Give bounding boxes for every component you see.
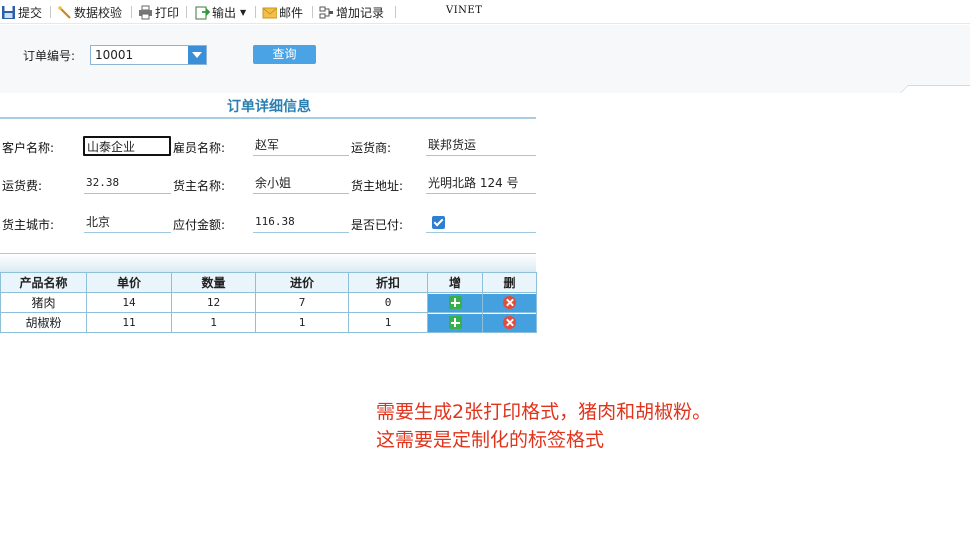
column-header: 进价 bbox=[255, 272, 349, 293]
consignee-label: 货主名称: bbox=[173, 179, 226, 193]
toolbar-divider bbox=[312, 6, 313, 18]
mail-button[interactable]: 邮件 bbox=[262, 3, 303, 21]
freight-field[interactable]: 32.38 bbox=[84, 174, 171, 194]
validate-label: 数据校验 bbox=[74, 5, 123, 20]
table-row: 胡椒粉 11 1 1 1 bbox=[0, 312, 537, 333]
paid-checkbox[interactable] bbox=[432, 216, 445, 229]
mail-icon bbox=[262, 5, 278, 20]
toolbar: 提交 数据校验 打印 输出 ▼ 邮件 增加记录 VINET bbox=[0, 0, 970, 24]
add-record-button[interactable]: 增加记录 bbox=[319, 3, 384, 21]
shipper-label: 运货商: bbox=[351, 141, 392, 155]
plus-icon bbox=[448, 296, 462, 309]
delete-row-cell bbox=[482, 292, 537, 313]
wand-icon bbox=[57, 5, 72, 20]
column-header: 数量 bbox=[171, 272, 256, 293]
export-icon bbox=[195, 5, 211, 20]
export-label: 输出 bbox=[212, 5, 237, 20]
plus-icon bbox=[448, 316, 462, 329]
mail-label: 邮件 bbox=[279, 5, 304, 20]
amount-label: 应付金额: bbox=[173, 218, 226, 232]
delete-row-button[interactable] bbox=[483, 293, 536, 312]
delete-row-button[interactable] bbox=[483, 313, 536, 332]
add-record-icon bbox=[319, 5, 334, 20]
delete-icon bbox=[503, 316, 516, 329]
add-record-label: 增加记录 bbox=[336, 5, 385, 20]
validate-button[interactable]: 数据校验 bbox=[57, 3, 122, 21]
add-row-button[interactable] bbox=[428, 313, 482, 332]
price-cell[interactable]: 11 bbox=[86, 312, 172, 333]
add-row-cell bbox=[427, 292, 483, 313]
freight-label: 运货费: bbox=[2, 179, 43, 193]
qty-cell[interactable]: 12 bbox=[171, 292, 256, 313]
form-title: 订单详细信息 bbox=[227, 99, 311, 115]
address-label: 货主地址: bbox=[351, 179, 404, 193]
note-line-1: 需要生成2张打印格式，猪肉和胡椒粉。 bbox=[376, 401, 712, 423]
order-no-value: 10001 bbox=[95, 48, 134, 62]
table-header-row: 产品名称 单价 数量 进价 折扣 增 删 bbox=[0, 272, 537, 293]
save-icon bbox=[1, 5, 16, 20]
delete-icon bbox=[503, 296, 516, 309]
grid-header-band bbox=[0, 253, 536, 273]
column-header: 产品名称 bbox=[0, 272, 87, 293]
annotation-note: 需要生成2张打印格式，猪肉和胡椒粉。 这需要是定制化的标签格式 bbox=[376, 398, 711, 454]
city-label: 货主城市: bbox=[2, 218, 55, 232]
cost-cell[interactable]: 1 bbox=[255, 312, 349, 333]
order-no-combobox[interactable]: 10001 bbox=[90, 45, 207, 65]
print-button[interactable]: 打印 bbox=[138, 3, 179, 21]
query-button[interactable]: 查询 bbox=[253, 45, 316, 64]
export-button[interactable]: 输出 ▼ bbox=[195, 3, 246, 21]
discount-cell[interactable]: 1 bbox=[348, 312, 428, 333]
qty-cell[interactable]: 1 bbox=[171, 312, 256, 333]
detail-table: 产品名称 单价 数量 进价 折扣 增 删 猪肉 14 12 7 0 胡椒粉 11… bbox=[0, 272, 537, 333]
discount-cell[interactable]: 0 bbox=[348, 292, 428, 313]
toolbar-divider bbox=[186, 6, 187, 18]
customer-label: 客户名称: bbox=[2, 141, 55, 155]
column-header: 折扣 bbox=[348, 272, 428, 293]
submit-label: 提交 bbox=[18, 5, 43, 20]
address-field[interactable]: 光明北路 124 号 bbox=[426, 174, 536, 194]
submit-button[interactable]: 提交 bbox=[1, 3, 42, 21]
toolbar-divider bbox=[50, 6, 51, 18]
amount-field[interactable]: 116.38 bbox=[253, 213, 349, 233]
product-cell[interactable]: 胡椒粉 bbox=[0, 312, 87, 333]
brand-label: VINET bbox=[446, 5, 483, 16]
print-label: 打印 bbox=[155, 5, 180, 20]
city-field[interactable]: 北京 bbox=[84, 213, 171, 233]
printer-icon bbox=[138, 5, 153, 20]
price-cell[interactable]: 14 bbox=[86, 292, 172, 313]
delete-row-cell bbox=[482, 312, 537, 333]
customer-field[interactable]: 山泰企业 bbox=[83, 136, 171, 156]
product-cell[interactable]: 猪肉 bbox=[0, 292, 87, 313]
add-row-cell bbox=[427, 312, 483, 333]
consignee-field[interactable]: 余小姐 bbox=[253, 174, 349, 194]
cost-cell[interactable]: 7 bbox=[255, 292, 349, 313]
column-header: 增 bbox=[427, 272, 483, 293]
note-line-2: 这需要是定制化的标签格式 bbox=[376, 429, 605, 451]
query-panel: 订单编号: 10001 查询 bbox=[0, 25, 970, 93]
toolbar-divider bbox=[255, 6, 256, 18]
order-no-label: 订单编号: bbox=[23, 49, 76, 63]
toolbar-divider bbox=[395, 6, 396, 18]
column-header: 单价 bbox=[86, 272, 172, 293]
column-header: 删 bbox=[482, 272, 537, 293]
dropdown-arrow-icon[interactable] bbox=[188, 46, 206, 64]
tab-edge bbox=[900, 85, 970, 93]
employee-label: 雇员名称: bbox=[173, 141, 226, 155]
shipper-field[interactable]: 联邦货运 bbox=[426, 136, 536, 156]
toolbar-divider bbox=[131, 6, 132, 18]
employee-field[interactable]: 赵军 bbox=[253, 136, 349, 156]
paid-label: 是否已付: bbox=[351, 218, 404, 232]
chevron-down-icon: ▼ bbox=[240, 7, 247, 17]
table-row: 猪肉 14 12 7 0 bbox=[0, 292, 537, 313]
add-row-button[interactable] bbox=[428, 293, 482, 312]
divider bbox=[0, 117, 536, 119]
